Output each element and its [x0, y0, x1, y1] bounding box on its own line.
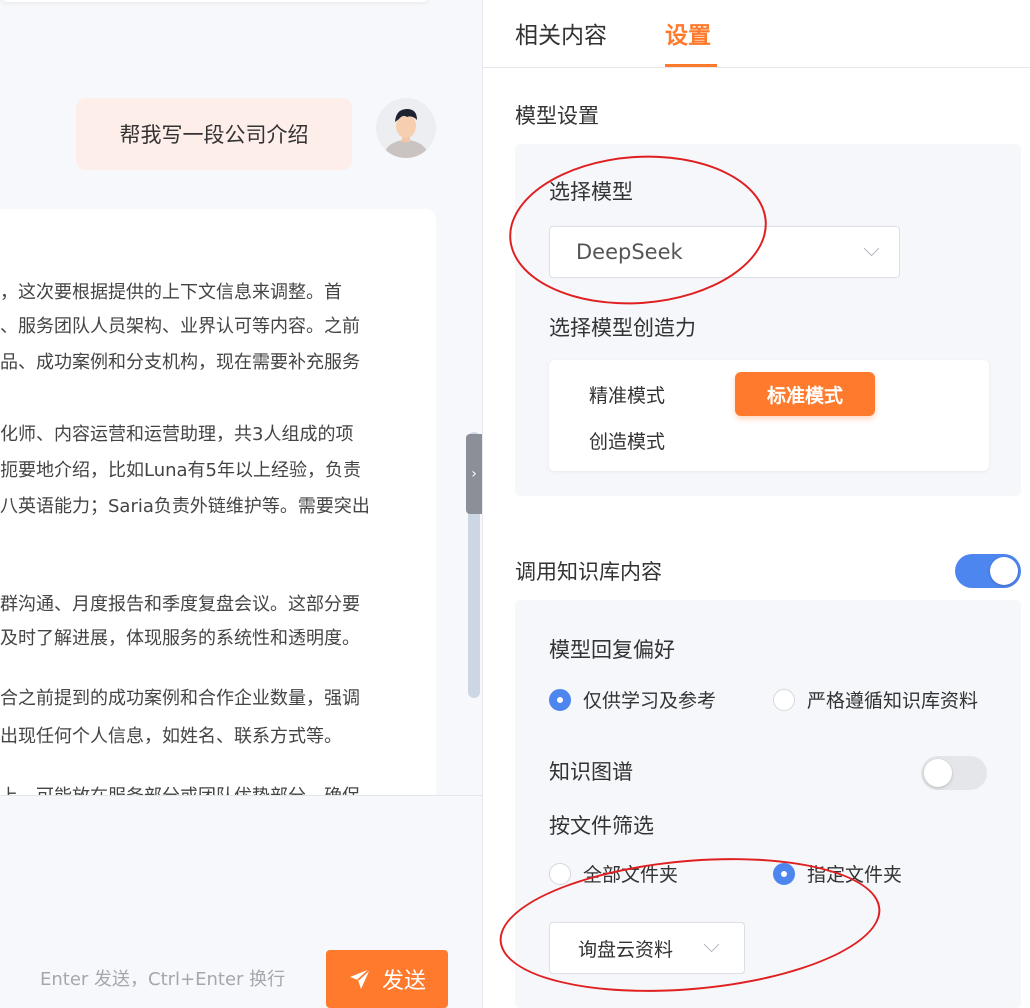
radio-dot: [549, 862, 571, 885]
folder-select[interactable]: 询盘云资料: [549, 922, 745, 974]
radio-all-folders[interactable]: 全部文件夹: [549, 860, 678, 887]
send-button[interactable]: 发送: [326, 950, 448, 1008]
user-message-bubble: 帮我写一段公司介绍: [76, 98, 352, 170]
radio-label: 严格遵循知识库资料: [807, 690, 979, 712]
chat-pane: 帮我写一段公司介绍 ，这次要根据提供的上下文信息来调整。首 、服务团队人员架构、业…: [0, 0, 482, 1008]
ai-response-line: 出现任何个人信息，如姓名、联系方式等。: [0, 726, 342, 747]
send-label: 发送: [381, 968, 426, 993]
radio-dot: [773, 862, 795, 885]
radio-strict-kb[interactable]: 严格遵循知识库资料: [773, 686, 978, 713]
ai-response-line: 八英语能力；Saria负责外链维护等。需要突出: [0, 496, 370, 517]
radio-specific-folder[interactable]: 指定文件夹: [773, 860, 902, 887]
knowledge-base-title: 调用知识库内容: [515, 560, 662, 584]
chevron-down-icon: [863, 240, 880, 257]
preference-label: 模型回复偏好: [549, 638, 675, 662]
creativity-mode-box: 精准模式 标准模式 创造模式: [549, 360, 989, 471]
mode-precise[interactable]: 精准模式: [589, 381, 665, 408]
person-icon: [384, 109, 428, 158]
knowledge-graph-toggle[interactable]: [921, 756, 987, 790]
radio-label: 仅供学习及参考: [583, 690, 717, 712]
collapse-panel-button[interactable]: ›: [466, 434, 482, 514]
chevron-down-icon: [703, 936, 720, 953]
knowledge-base-toggle[interactable]: [955, 554, 1021, 588]
radio-label: 指定文件夹: [807, 864, 903, 886]
radio-dot: [773, 688, 795, 711]
ai-response-card: ，这次要根据提供的上下文信息来调整。首 、服务团队人员架构、业界认可等内容。之前品…: [0, 209, 436, 809]
tab-related-content[interactable]: 相关内容: [515, 16, 607, 50]
settings-pane: 相关内容 设置 模型设置 选择模型 DeepSeek 选择模型创造力 精准模式 …: [482, 0, 1030, 1008]
ai-response-line: 、服务团队人员架构、业界认可等内容。之前: [0, 316, 360, 337]
paper-plane-icon: [349, 968, 371, 989]
model-select-value: DeepSeek: [576, 240, 683, 264]
ai-response-line: 群沟通、月度报告和季度复盘会议。这部分要: [0, 594, 360, 615]
ai-response-line: 化师、内容运营和运营助理，共3人组成的项: [0, 424, 354, 445]
tab-settings[interactable]: 设置: [665, 16, 711, 50]
model-settings-title: 模型设置: [515, 104, 599, 128]
folder-select-value: 询盘云资料: [578, 938, 674, 961]
toggle-knob: [924, 759, 952, 787]
toggle-knob: [990, 557, 1018, 585]
chevron-right-icon: ›: [471, 466, 477, 482]
creativity-label: 选择模型创造力: [549, 316, 696, 340]
model-select[interactable]: DeepSeek: [549, 226, 900, 278]
ai-response-line: ，这次要根据提供的上下文信息来调整。首: [0, 282, 342, 303]
ai-response-line: 合之前提到的成功案例和合作企业数量，强调: [0, 688, 360, 709]
select-model-label: 选择模型: [549, 180, 633, 204]
radio-label: 全部文件夹: [583, 864, 679, 886]
user-avatar: [376, 98, 436, 158]
mode-creative[interactable]: 创造模式: [589, 427, 665, 454]
previous-message-card: [0, 0, 430, 2]
radio-dot: [549, 688, 571, 711]
ai-response-line: 扼要地介绍，比如Luna有5年以上经验，负责: [0, 460, 362, 481]
radio-reference-only[interactable]: 仅供学习及参考: [549, 686, 716, 713]
tab-bar: 相关内容 设置: [483, 0, 1030, 68]
mode-standard[interactable]: 标准模式: [735, 372, 875, 416]
ai-response-line: 品、成功案例和分支机构，现在需要补充服务: [0, 352, 360, 373]
file-filter-label: 按文件筛选: [549, 814, 654, 838]
ai-response-line: 及时了解进展，体现服务的系统性和透明度。: [0, 628, 360, 649]
input-hint: Enter 发送，Ctrl+Enter 换行: [40, 969, 286, 990]
knowledge-graph-label: 知识图谱: [549, 760, 633, 784]
tab-active-indicator: [665, 64, 717, 67]
